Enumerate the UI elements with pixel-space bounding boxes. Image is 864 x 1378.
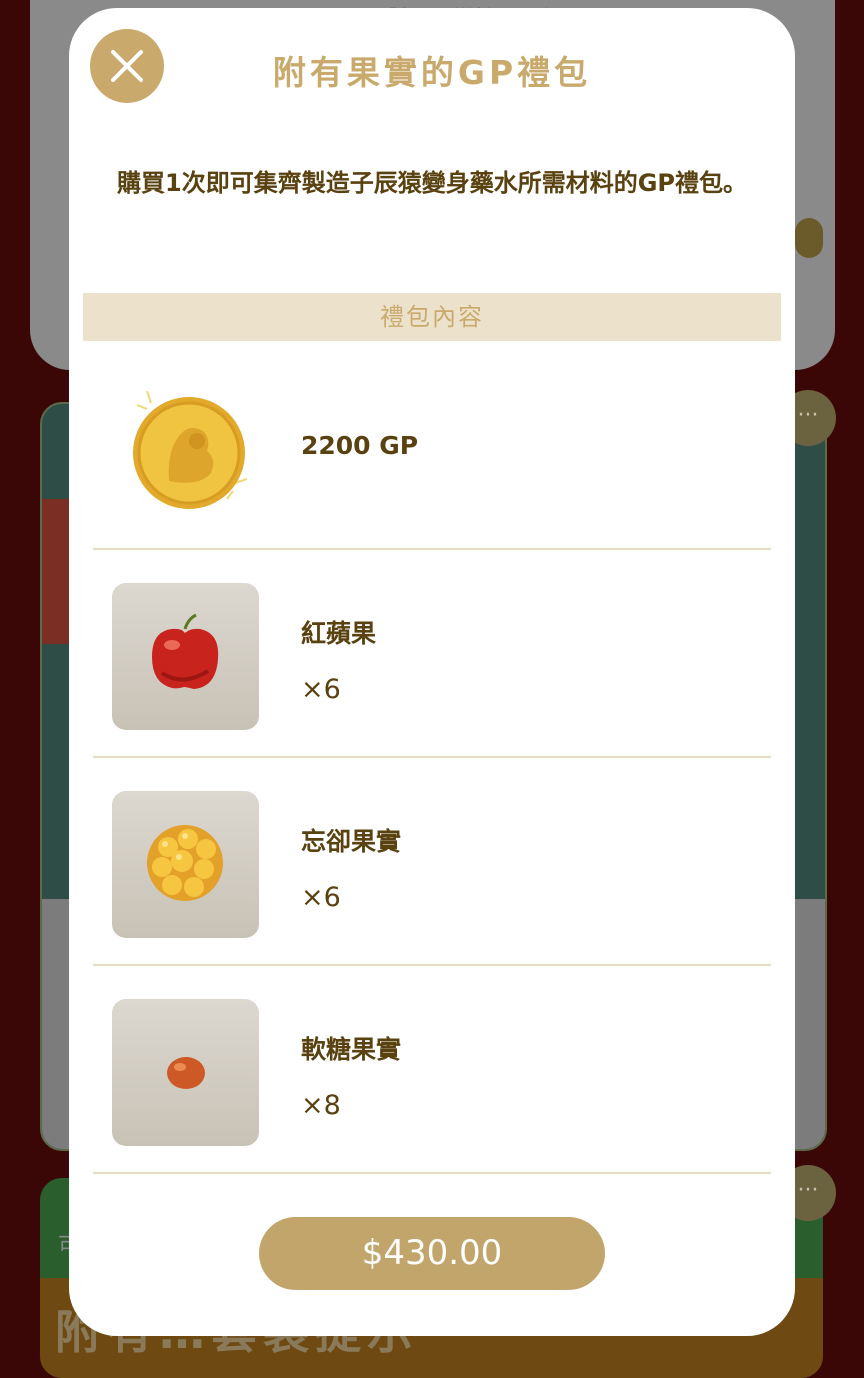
item-thumbnail [112,791,259,938]
red-apple-icon [152,613,219,689]
item-name: 2200 GP [301,431,419,460]
gift-pack-modal: 附有果實的GP禮包 購買1次即可集齊製造子辰猿變身藥水所需材料的GP禮包。 禮包… [69,8,795,1336]
item-name: 軟糖果實 [301,1035,402,1064]
item-quantity: ×6 [301,882,341,913]
modal-description: 購買1次即可集齊製造子辰猿變身藥水所需材料的GP禮包。 [117,169,747,197]
gold-coin-icon [107,381,267,521]
gummy-fruit-icon [167,1057,205,1089]
item-name: 忘卻果實 [301,827,402,856]
item-name: 紅蘋果 [301,619,377,648]
item-quantity: ×8 [301,1090,341,1121]
purchase-button[interactable]: $430.00 [259,1217,605,1290]
item-thumbnail [112,583,259,730]
list-item: 軟糖果實 ×8 [93,964,771,1174]
item-quantity: ×6 [301,674,341,705]
list-item: 2200 GP [93,353,771,550]
background-dot [795,218,823,258]
section-header: 禮包內容 [83,293,781,341]
list-item: 紅蘋果 ×6 [93,548,771,758]
item-thumbnail [112,999,259,1146]
list-item: 忘卻果實 ×6 [93,756,771,966]
modal-title: 附有果實的GP禮包 [272,53,592,92]
forgetful-fruit-icon [147,825,223,901]
